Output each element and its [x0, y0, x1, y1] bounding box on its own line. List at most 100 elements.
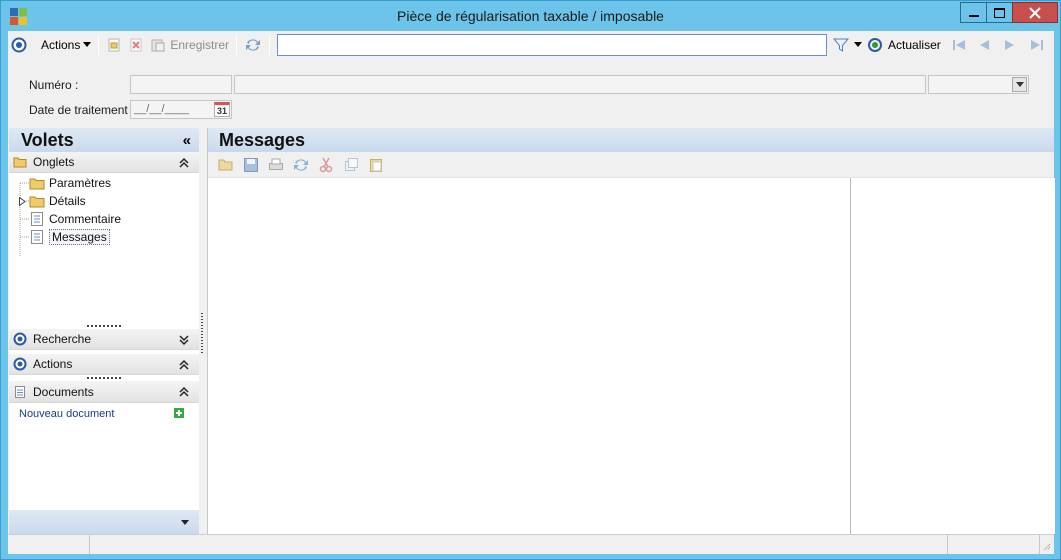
refresh-button[interactable]: Actualiser [864, 34, 944, 56]
tree-item-label: Paramètres [49, 176, 112, 190]
filter-icon [833, 38, 850, 52]
chevron-up-double-icon [179, 386, 189, 397]
tree-item-messages[interactable]: Messages [29, 229, 110, 245]
numero-select[interactable] [928, 75, 1029, 94]
save-button[interactable]: Enregistrer [147, 34, 232, 56]
recherche-group-header[interactable]: Recherche [9, 329, 199, 350]
save-message-button[interactable] [241, 156, 261, 174]
documents-label: Documents [33, 384, 94, 399]
onglets-label: Onglets [33, 155, 75, 169]
delete-icon [130, 38, 142, 52]
messages-content[interactable] [208, 178, 851, 534]
maximize-button[interactable] [986, 2, 1013, 23]
numero-field[interactable] [130, 75, 232, 94]
add-icon[interactable] [174, 408, 184, 418]
volets-title: Volets [21, 129, 74, 150]
client-area: Actions Enregistrer Actualiser Numéro: … [8, 31, 1055, 554]
numero-label: Numéro : [29, 78, 79, 92]
numero-description-field[interactable] [234, 75, 926, 94]
first-record-button[interactable] [948, 34, 970, 56]
tree-item-label: Commentaire [49, 212, 122, 226]
sync-messages-button[interactable] [291, 156, 311, 174]
messages-side-pane[interactable] [852, 178, 1055, 534]
next-icon [1004, 40, 1014, 50]
toolbar-separator [98, 35, 100, 55]
tree-item-parametres[interactable]: Paramètres [29, 175, 111, 191]
refresh-label: Actualiser [888, 38, 941, 52]
new-button[interactable] [103, 34, 125, 56]
filter-dropdown-button[interactable] [852, 34, 864, 56]
search-input[interactable] [277, 34, 828, 56]
maximize-icon [994, 7, 1005, 18]
print-button[interactable] [266, 156, 286, 174]
status-cell [90, 535, 948, 554]
onglets-group-header[interactable]: Onglets [9, 152, 199, 173]
vertical-splitter-grip[interactable] [200, 313, 204, 353]
paste-icon [370, 158, 382, 172]
copy-button[interactable] [341, 156, 361, 174]
search-target-icon [13, 332, 27, 346]
refresh-icon [868, 38, 883, 52]
tree-item-commentaire[interactable]: Commentaire [29, 211, 121, 227]
status-cell [948, 535, 1040, 554]
status-bar [8, 534, 1054, 554]
minimize-button[interactable] [960, 2, 987, 23]
volets-footer[interactable] [9, 510, 199, 534]
collapse-panel-button[interactable]: « [183, 132, 191, 149]
header-form: Numéro : Date de traitement : __/__/____… [8, 67, 1054, 119]
dropdown-arrow-icon [854, 42, 863, 47]
folder-icon [13, 157, 27, 168]
chevron-up-double-icon [179, 157, 189, 168]
chevron-down-icon [181, 519, 189, 525]
new-document-link[interactable]: Nouveau document [19, 408, 114, 420]
document-icon [31, 230, 43, 244]
title-bar[interactable]: Pièce de régularisation taxable / imposa… [1, 1, 1060, 31]
calendar-icon[interactable]: 31 [214, 102, 230, 117]
navigation-icon [11, 37, 27, 53]
documents-group-header[interactable]: Documents [9, 381, 199, 403]
main-toolbar: Actions Enregistrer Actualiser [8, 31, 1054, 59]
tree-item-details[interactable]: Détails [19, 193, 86, 209]
calendar-day: 31 [216, 106, 227, 116]
date-field[interactable]: __/__/____ 31 [130, 100, 232, 119]
onglets-tree: Paramètres Détails Commentaire Messages [9, 173, 199, 323]
sync-icon [246, 39, 261, 51]
copy-icon [345, 157, 358, 171]
open-folder-button[interactable] [216, 156, 236, 174]
delete-button[interactable] [125, 34, 147, 56]
recherche-label: Recherche [33, 332, 92, 346]
actions-group-header[interactable]: Actions [9, 354, 199, 375]
document-icon [31, 212, 43, 226]
tree-item-label: Messages [49, 229, 110, 245]
cut-button[interactable] [316, 156, 336, 174]
expand-arrow-icon [19, 197, 26, 206]
previous-record-button[interactable] [974, 34, 994, 56]
folder-icon [29, 196, 45, 207]
main-panel-title: Messages [208, 128, 1054, 152]
resize-grip-icon[interactable] [1041, 541, 1051, 551]
filter-button[interactable] [830, 34, 852, 56]
cut-icon [319, 157, 333, 172]
toolbar-separator [236, 35, 238, 55]
toolbar-separator [269, 35, 271, 55]
app-window: Pièce de régularisation taxable / imposa… [0, 0, 1061, 560]
folder-open-icon [218, 159, 233, 170]
sync-button[interactable] [241, 34, 265, 56]
navigation-button[interactable] [8, 34, 30, 56]
save-icon [151, 39, 165, 52]
tree-item-label: Détails [49, 194, 86, 208]
close-button[interactable] [1012, 2, 1058, 23]
actions-menu-button[interactable]: Actions [38, 34, 94, 56]
folder-icon [29, 178, 45, 189]
last-icon [1030, 40, 1043, 50]
actions-label: Actions [33, 357, 73, 371]
last-record-button[interactable] [1026, 34, 1048, 56]
chevron-down-icon [1015, 82, 1024, 87]
window-controls [960, 2, 1058, 23]
paste-button[interactable] [366, 156, 386, 174]
next-record-button[interactable] [1000, 34, 1020, 56]
select-arrow-button[interactable] [1012, 77, 1027, 92]
date-placeholder: __/__/____ [134, 103, 190, 115]
dropdown-arrow-icon [83, 42, 92, 47]
save-label: Enregistrer [170, 38, 230, 52]
